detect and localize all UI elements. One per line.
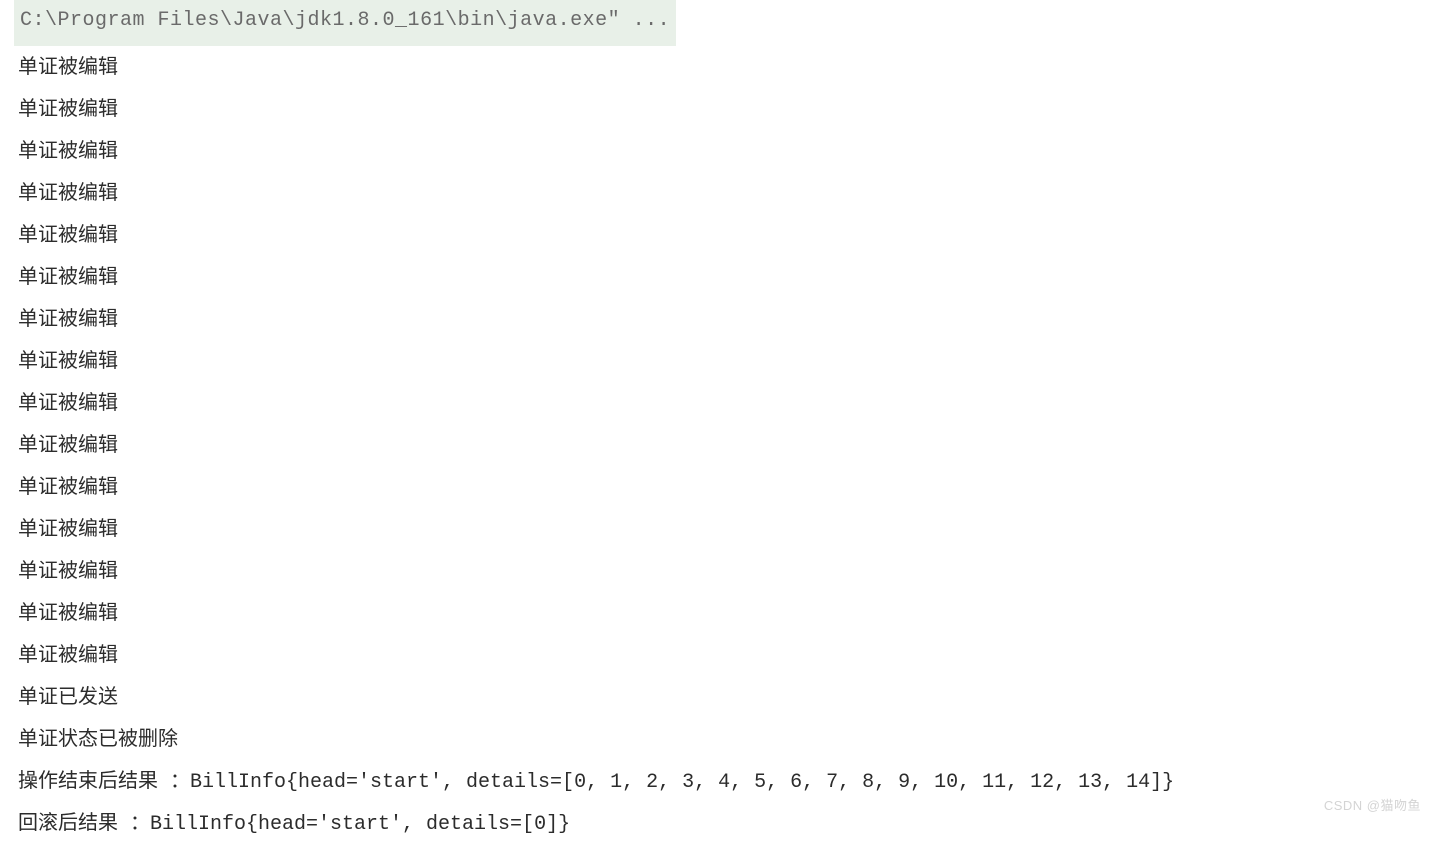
output-line: 单证被编辑	[18, 636, 1433, 678]
output-line: 单证被编辑	[18, 384, 1433, 426]
output-line: 单证被编辑	[18, 258, 1433, 300]
output-line: 单证被编辑	[18, 426, 1433, 468]
output-line: 单证被编辑	[18, 342, 1433, 384]
output-line: 单证被编辑	[18, 510, 1433, 552]
output-line: 操作结束后结果 ：BillInfo{head='start', details=…	[18, 762, 1433, 804]
output-line: 单证被编辑	[18, 174, 1433, 216]
output-line: 单证被编辑	[18, 48, 1433, 90]
output-line: 回滚后结果 ：BillInfo{head='start', details=[0…	[18, 804, 1433, 846]
output-line: 单证状态已被删除	[18, 720, 1433, 762]
watermark: CSDN @猫吻鱼	[1324, 792, 1421, 819]
output-line: 单证已发送	[18, 678, 1433, 720]
output-line: 单证被编辑	[18, 468, 1433, 510]
output-line: 单证被编辑	[18, 552, 1433, 594]
output-line: 单证被编辑	[18, 300, 1433, 342]
output-line: 单证被编辑	[18, 132, 1433, 174]
console-output: 单证被编辑 单证被编辑 单证被编辑 单证被编辑 单证被编辑 单证被编辑 单证被编…	[18, 48, 1433, 846]
output-line: 单证被编辑	[18, 90, 1433, 132]
output-line: 单证被编辑	[18, 216, 1433, 258]
command-header: C:\Program Files\Java\jdk1.8.0_161\bin\j…	[14, 0, 676, 46]
output-line: 单证被编辑	[18, 594, 1433, 636]
